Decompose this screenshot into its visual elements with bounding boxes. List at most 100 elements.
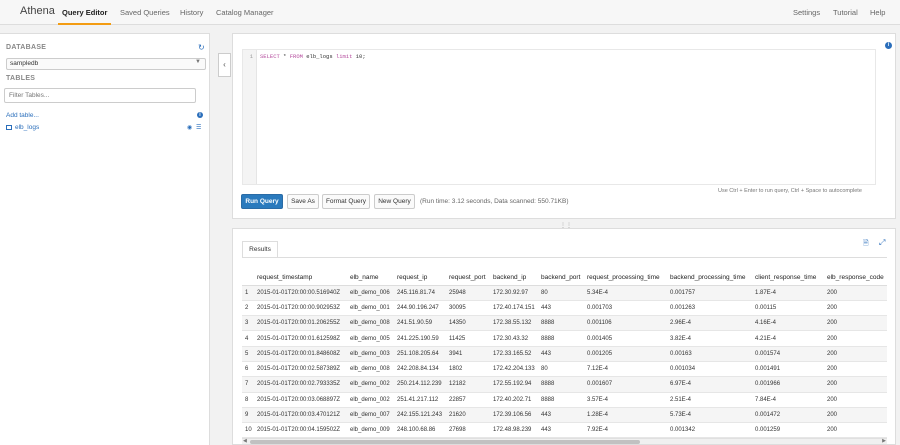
tab-results[interactable]: Results <box>242 241 278 258</box>
table-list-item[interactable]: elb_logs ◉ ☰ <box>6 124 206 134</box>
add-table-link[interactable]: Add table... <box>6 112 39 119</box>
scroll-right-icon[interactable]: ▶ <box>882 438 886 444</box>
expand-icon[interactable]: ⤢ <box>879 238 885 248</box>
refresh-icon[interactable]: ↻ <box>198 43 205 52</box>
sidebar: DATABASE ↻ sampledb ▼ TABLES Add table..… <box>0 33 210 445</box>
nav-help[interactable]: Help <box>870 8 885 17</box>
table-cell: 2015-01-01T20:00:04.159502Z <box>254 422 347 439</box>
table-cell: 242.208.84.134 <box>394 361 446 378</box>
table-cell: 4.16E-4 <box>752 315 824 332</box>
column-header[interactable]: elb_response_code <box>824 270 887 286</box>
sql-keyword: SELECT <box>260 53 280 60</box>
column-header[interactable]: backend_processing_time <box>667 270 752 286</box>
brand-logo[interactable]: Athena <box>20 5 55 17</box>
table-cell: 8888 <box>538 392 584 408</box>
table-cell: 8888 <box>538 376 584 393</box>
table-cell: 12182 <box>446 376 490 393</box>
table-cell: 172.55.192.94 <box>490 376 538 393</box>
format-query-button[interactable]: Format Query <box>322 194 370 209</box>
editor-hint: Use Ctrl + Enter to run query, Ctrl + Sp… <box>718 188 862 194</box>
table-cell: 200 <box>824 376 887 393</box>
table-header-row: request_timestamp elb_name request_ip reque… <box>242 270 887 286</box>
table-cell: 0.001703 <box>584 300 667 317</box>
nav-history[interactable]: History <box>180 8 203 17</box>
table-cell: 22857 <box>446 392 490 408</box>
nav-tutorial[interactable]: Tutorial <box>833 8 858 17</box>
column-header[interactable]: backend_port <box>538 270 584 286</box>
download-icon[interactable]: 🗎 <box>863 239 869 250</box>
table-cell: 245.116.81.74 <box>394 285 446 301</box>
table-cell: elb_demo_003 <box>347 346 394 362</box>
column-header[interactable]: request_ip <box>394 270 446 286</box>
table-cell: 0.001472 <box>752 407 824 424</box>
column-header[interactable]: elb_name <box>347 270 394 286</box>
table-cell: 251.108.205.64 <box>394 346 446 362</box>
table-cell: 2015-01-01T20:00:03.470121Z <box>254 407 347 424</box>
column-header[interactable]: request_processing_time <box>584 270 667 286</box>
column-header[interactable]: backend_ip <box>490 270 538 286</box>
table-cell: 0.001259 <box>752 422 824 439</box>
new-query-button[interactable]: New Query <box>374 194 415 209</box>
table-cell: 6 <box>242 361 254 378</box>
table-cell: elb_demo_002 <box>347 392 394 408</box>
line-numbers: 1 <box>243 50 257 184</box>
query-editor-panel: i 1 SELECT * FROM elb_logs limit 10; Use… <box>232 33 896 219</box>
table-cell: 241.225.190.59 <box>394 330 446 347</box>
scroll-left-icon[interactable]: ◀ <box>243 438 247 444</box>
table-cell: 200 <box>824 392 887 408</box>
table-cell: 30095 <box>446 300 490 317</box>
horizontal-scrollbar[interactable]: ◀ ▶ <box>242 438 887 444</box>
table-cell: 2015-01-01T20:00:01.206255Z <box>254 315 347 332</box>
sql-editor[interactable]: 1 SELECT * FROM elb_logs limit 10; <box>242 49 876 185</box>
table-cell: 248.100.68.86 <box>394 422 446 439</box>
nav-catalog-manager[interactable]: Catalog Manager <box>216 8 274 17</box>
nav-settings[interactable]: Settings <box>793 8 820 17</box>
table-cell: 200 <box>824 407 887 424</box>
nav-saved-queries[interactable]: Saved Queries <box>120 8 170 17</box>
active-tab-indicator <box>58 23 111 25</box>
table-cell: 241.51.90.59 <box>394 315 446 332</box>
column-header[interactable] <box>242 270 254 286</box>
table-cell: 0.001574 <box>752 346 824 362</box>
table-cell: 172.48.98.239 <box>490 422 538 439</box>
tables-label: TABLES <box>6 75 36 82</box>
nav-query-editor[interactable]: Query Editor <box>62 8 107 17</box>
results-panel: Results 🗎 ⤢ request_timestamp elb_name req… <box>232 228 896 445</box>
filter-tables-input[interactable] <box>4 88 196 103</box>
table-cell: elb_demo_009 <box>347 422 394 439</box>
code-line[interactable]: SELECT * FROM elb_logs limit 10; <box>260 53 366 60</box>
table-cell: 0.001106 <box>584 315 667 332</box>
table-cell: elb_demo_001 <box>347 300 394 317</box>
table-name[interactable]: elb_logs <box>15 124 39 131</box>
table-cell: 200 <box>824 361 887 378</box>
run-query-button[interactable]: Run Query <box>241 194 283 209</box>
list-icon[interactable]: ☰ <box>196 124 201 131</box>
table-cell: 3.57E-4 <box>584 392 667 408</box>
table-cell: 251.41.217.112 <box>394 392 446 408</box>
table-row: 8 2015-01-01T20:00:03.068897Z elb_demo_002… <box>242 392 887 408</box>
collapse-sidebar-button[interactable]: ‹ <box>218 53 231 77</box>
table-cell: 7 <box>242 376 254 393</box>
table-row: 1 2015-01-01T20:00:00.516940Z elb_demo_006… <box>242 285 887 301</box>
column-header[interactable]: request_port <box>446 270 490 286</box>
table-cell: 7.92E-4 <box>584 422 667 439</box>
scrollbar-thumb[interactable] <box>250 440 640 444</box>
table-cell: 5.34E-4 <box>584 285 667 301</box>
table-cell: 0.001263 <box>667 300 752 317</box>
table-cell: 80 <box>538 361 584 378</box>
table-cell: 2015-01-01T20:00:03.068897Z <box>254 392 347 408</box>
info-icon[interactable]: i <box>197 112 203 118</box>
table-cell: 172.30.43.32 <box>490 330 538 347</box>
eye-icon[interactable]: ◉ <box>187 124 192 131</box>
table-cell: 250.214.112.239 <box>394 376 446 393</box>
database-select-value: sampledb <box>10 60 39 67</box>
info-icon[interactable]: i <box>885 42 892 49</box>
table-cell: 2015-01-01T20:00:00.516940Z <box>254 285 347 301</box>
column-header[interactable]: request_timestamp <box>254 270 347 286</box>
table-cell: 3 <box>242 315 254 332</box>
table-cell: 8888 <box>538 315 584 332</box>
chevron-down-icon: ▼ <box>195 59 201 65</box>
database-select[interactable]: sampledb ▼ <box>6 58 206 70</box>
save-as-button[interactable]: Save As <box>287 194 319 209</box>
column-header[interactable]: client_response_time <box>752 270 824 286</box>
